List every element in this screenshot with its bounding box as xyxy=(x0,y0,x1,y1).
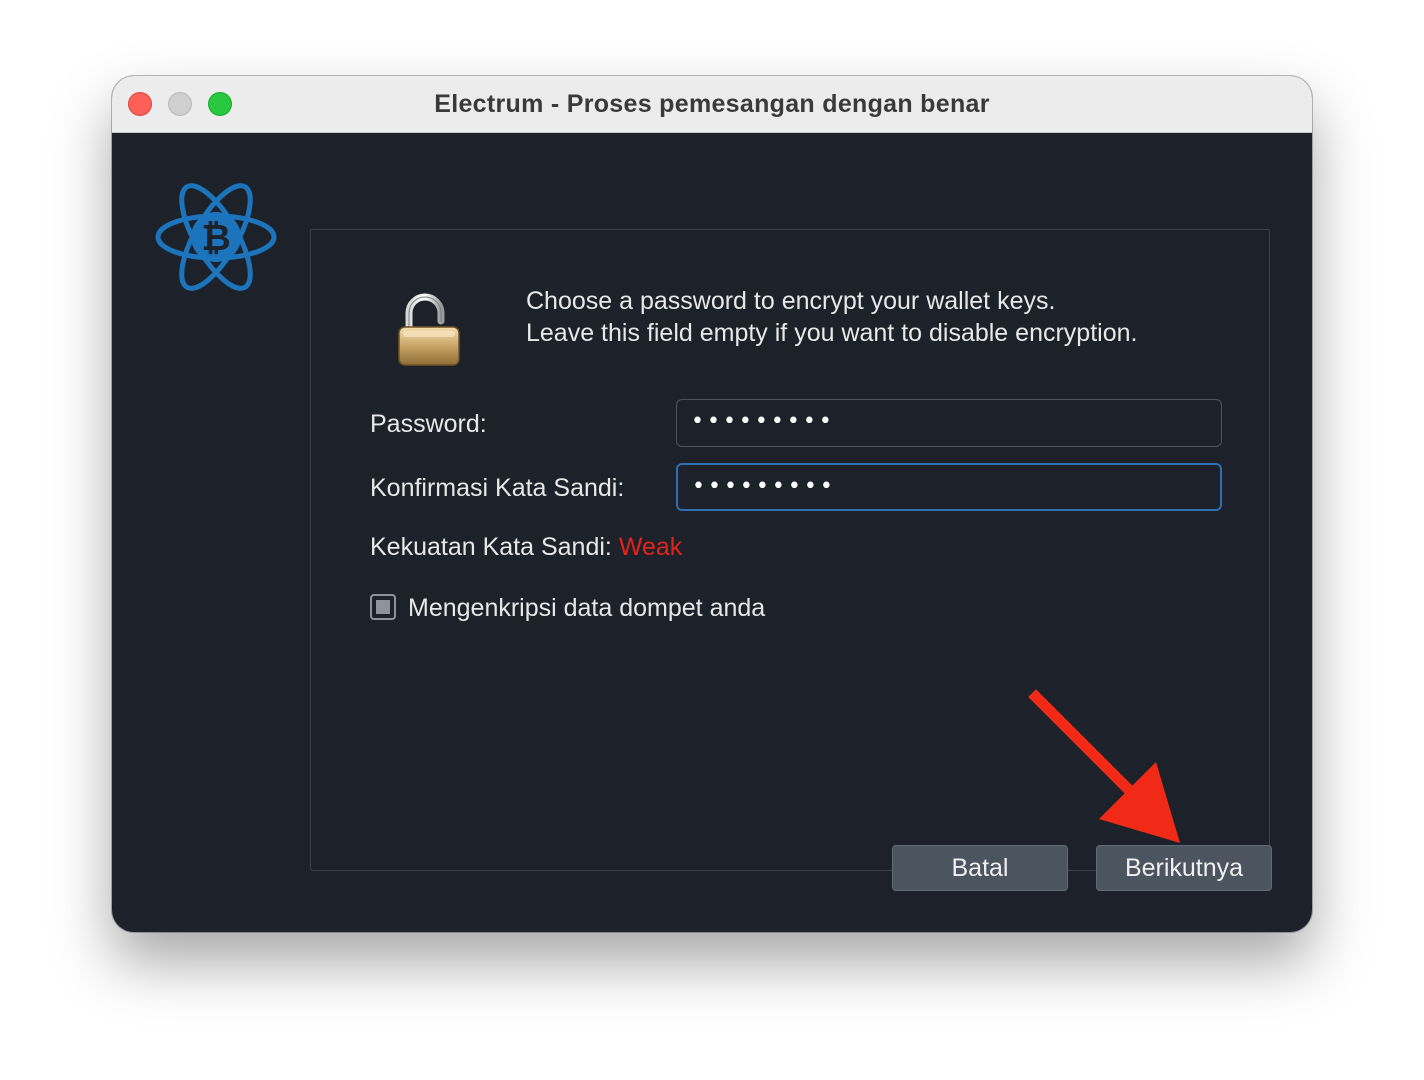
password-field[interactable]: ••••••••• xyxy=(676,399,1222,447)
encryption-message: Choose a password to encrypt your wallet… xyxy=(526,285,1137,349)
password-strength-value: Weak xyxy=(618,533,683,561)
svg-text:₿: ₿ xyxy=(201,218,230,259)
checkbox-partial-indicator xyxy=(376,600,390,614)
confirm-password-label: Konfirmasi Kata Sandi: xyxy=(370,474,625,502)
title-bar: Electrum - Proses pemesangan dengan bena… xyxy=(112,76,1312,133)
wizard-content: ₿ Choose a password to encrypt your wall… xyxy=(112,133,1312,932)
electrum-window: Electrum - Proses pemesangan dengan bena… xyxy=(112,76,1312,932)
message-line-1: Choose a password to encrypt your wallet… xyxy=(526,287,1056,315)
electrum-bitcoin-logo-icon: ₿ xyxy=(155,183,277,291)
confirm-password-field[interactable]: ••••••••• xyxy=(676,463,1222,511)
password-strength-label: Kekuatan Kata Sandi: xyxy=(370,533,612,561)
window-title: Electrum - Proses pemesangan dengan bena… xyxy=(434,90,990,118)
encrypt-wallet-checkbox[interactable] xyxy=(370,594,396,620)
next-button[interactable]: Berikutnya xyxy=(1096,845,1272,891)
password-strength: Kekuatan Kata Sandi: Weak xyxy=(370,533,682,562)
unlocked-padlock-icon xyxy=(398,293,460,366)
message-line-2: Leave this field empty if you want to di… xyxy=(526,319,1138,347)
encrypt-wallet-checkbox-label[interactable]: Mengenkripsi data dompet anda xyxy=(408,594,765,623)
password-label: Password: xyxy=(370,410,487,438)
cancel-button[interactable]: Batal xyxy=(892,845,1068,891)
